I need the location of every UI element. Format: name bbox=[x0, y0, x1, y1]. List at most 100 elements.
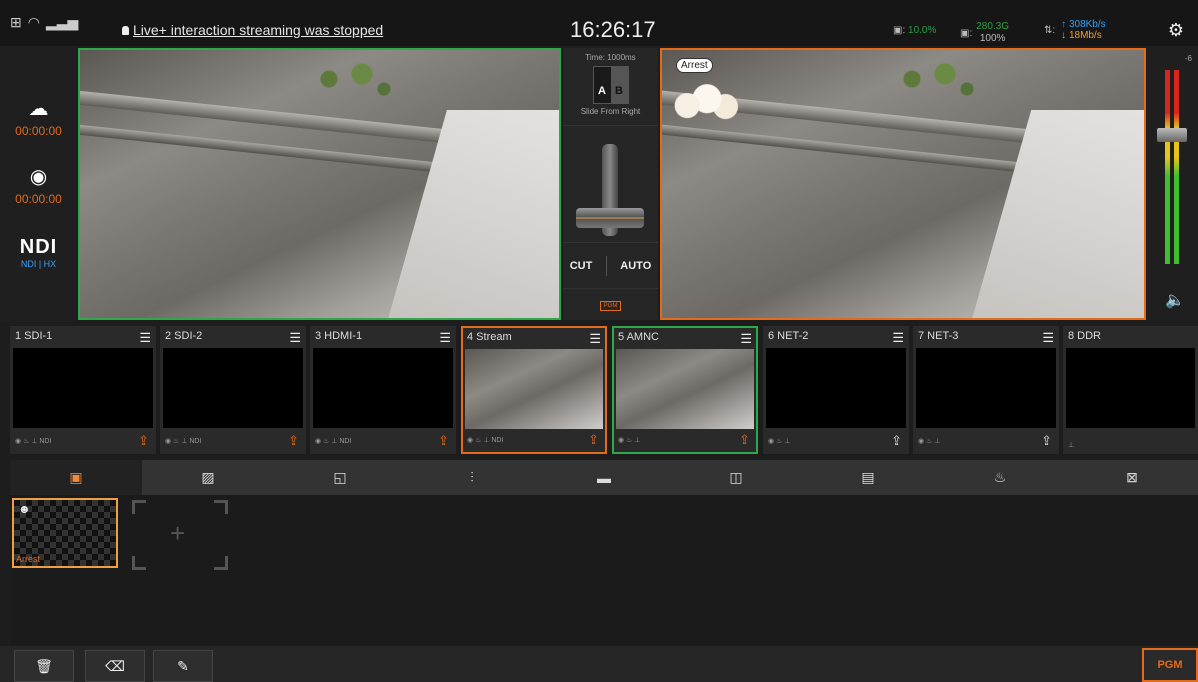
volume-slider[interactable] bbox=[1157, 128, 1187, 142]
tab-audio-mixer[interactable]: ⫶ bbox=[406, 460, 538, 495]
source-flags: ◉ ♨ ⊥ NDI bbox=[15, 438, 52, 445]
source-tile-7[interactable]: 7 NET-3 ☰ ◉ ♨ ⊥ ⇪ bbox=[913, 326, 1059, 454]
thumbnail-label: Arrest bbox=[16, 554, 41, 564]
upload-icon[interactable]: ⇪ bbox=[891, 433, 902, 449]
source-tile-2[interactable]: 2 SDI-2 ☰ ◉ ♨ ⊥ NDI ⇪ bbox=[160, 326, 306, 454]
cpu-usage: ▣: 10.0% bbox=[893, 25, 936, 36]
upload-icon[interactable]: ⇪ bbox=[438, 433, 449, 449]
arrest-sticker-overlay: Arrest bbox=[670, 56, 742, 126]
left-status-column: ☁ 00:00:00 ◉ 00:00:00 NDI NDI | HX bbox=[0, 46, 77, 322]
settings-gear-icon[interactable]: ⚙ bbox=[1168, 20, 1184, 41]
meter-bar-left bbox=[1165, 70, 1170, 264]
picture-in-picture-icon: ◱ bbox=[333, 469, 347, 485]
streaming-notice[interactable]: Live+ interaction streaming was stopped bbox=[122, 22, 383, 38]
cartoon-faces bbox=[674, 78, 740, 124]
transition-panel: Time: 1000ms A B Slide From Right CUT AU… bbox=[563, 48, 658, 320]
ndi-status[interactable]: NDI NDI | HX bbox=[0, 236, 77, 269]
list-menu-icon[interactable]: ☰ bbox=[139, 330, 151, 345]
sticker-icon: ☻ bbox=[18, 502, 31, 516]
upload-icon[interactable]: ⇪ bbox=[288, 433, 299, 449]
edit-button[interactable]: ✎ bbox=[153, 650, 213, 682]
fader-handle[interactable] bbox=[576, 208, 644, 228]
overlay-thumbnail[interactable]: ☻ Arrest bbox=[12, 498, 118, 568]
speaker-icon[interactable]: 🔈 bbox=[1165, 290, 1185, 310]
source-row: 1 SDI-1 ☰ ◉ ♨ ⊥ NDI ⇪ 2 SDI-2 ☰ ◉ ♨ ⊥ NDI ⇪ … bbox=[0, 324, 1198, 456]
pgm-button[interactable]: PGM bbox=[1142, 648, 1198, 682]
source-label: 5 AMNC bbox=[618, 331, 659, 343]
source-video bbox=[163, 348, 303, 428]
source-flags: ◉ ♨ ⊥ bbox=[618, 437, 641, 444]
source-tile-8[interactable]: 8 DDR ⊥ bbox=[1063, 326, 1198, 454]
tab-live-stream[interactable]: ♨ bbox=[934, 460, 1066, 495]
switcher-app: ⊞ ◠ ▂▃▅ Live+ interaction streaming was … bbox=[0, 0, 1198, 682]
tab-notes[interactable]: ▤ bbox=[802, 460, 934, 495]
add-overlay-button[interactable]: + bbox=[132, 500, 228, 570]
list-menu-icon[interactable]: ☰ bbox=[589, 331, 601, 346]
record-icon: ◉ bbox=[29, 166, 48, 188]
t-bar-fader[interactable] bbox=[563, 126, 658, 243]
preview-video bbox=[80, 50, 559, 318]
source-tile-5[interactable]: 5 AMNC ☰ ◉ ♨ ⊥ ⇪ bbox=[612, 326, 758, 454]
source-video bbox=[13, 348, 153, 428]
upload-rate: ↑ 308Kb/s bbox=[1061, 19, 1106, 30]
source-video bbox=[916, 348, 1056, 428]
program-monitor[interactable]: Arrest bbox=[660, 48, 1146, 320]
tab-replace[interactable]: ⊠ bbox=[1066, 460, 1198, 495]
source-tile-4[interactable]: 4 Stream ☰ ◉ ♨ ⊥ NDI ⇪ bbox=[461, 326, 607, 454]
replace-icon: ⊠ bbox=[1126, 469, 1138, 485]
sticker-bubble: Arrest bbox=[676, 58, 713, 73]
status-bar: ⊞ ◠ ▂▃▅ Live+ interaction streaming was … bbox=[0, 0, 1198, 46]
download-rate: ↓ 18Mb/s bbox=[1061, 30, 1102, 41]
tab-image-overlay[interactable]: ▣ bbox=[10, 460, 142, 495]
source-video bbox=[616, 349, 754, 429]
live-stream-icon: ♨ bbox=[993, 469, 1007, 485]
record-status[interactable]: ◉ 00:00:00 bbox=[0, 164, 77, 206]
source-flags: ◉ ♨ ⊥ NDI bbox=[165, 438, 202, 445]
source-flags: ⊥ bbox=[1068, 442, 1075, 449]
source-video bbox=[313, 348, 453, 428]
stream-status[interactable]: ☁ 00:00:00 bbox=[0, 96, 77, 138]
tab-image-text[interactable]: ▨ bbox=[142, 460, 274, 495]
list-menu-icon[interactable]: ☰ bbox=[289, 330, 301, 345]
preview-monitor[interactable] bbox=[78, 48, 561, 320]
notes-icon: ▤ bbox=[861, 469, 875, 485]
bell-icon bbox=[122, 26, 129, 35]
backspace-icon: ⌫ bbox=[105, 657, 125, 674]
tab-picture-in-picture[interactable]: ◱ bbox=[274, 460, 406, 495]
transition-effect[interactable]: Time: 1000ms A B Slide From Right bbox=[563, 48, 658, 126]
clear-button[interactable]: ⌫ bbox=[85, 650, 145, 682]
audio-mixer-icon: ⫶ bbox=[470, 469, 474, 485]
audio-meter: -6 🔈 bbox=[1147, 48, 1198, 320]
ndi-hx-label: NDI | HX bbox=[20, 259, 57, 269]
source-label: 7 NET-3 bbox=[918, 330, 959, 342]
cut-auto-controls: CUT AUTO bbox=[563, 243, 658, 289]
tab-timer[interactable]: ◫ bbox=[670, 460, 802, 495]
auto-button[interactable]: AUTO bbox=[620, 260, 651, 272]
source-tile-6[interactable]: 6 NET-2 ☰ ◉ ♨ ⊥ ⇪ bbox=[763, 326, 909, 454]
upload-icon[interactable]: ⇪ bbox=[138, 433, 149, 449]
cloud-upload-icon: ☁ bbox=[28, 98, 49, 120]
disk-icon: ▣: bbox=[960, 27, 973, 39]
source-flags: ◉ ♨ ⊥ NDI bbox=[315, 438, 352, 445]
upload-icon[interactable]: ⇪ bbox=[1041, 433, 1052, 449]
delete-all-button[interactable]: 🗑 bbox=[14, 650, 74, 682]
list-menu-icon[interactable]: ☰ bbox=[439, 330, 451, 345]
cut-button[interactable]: CUT bbox=[570, 260, 593, 272]
list-menu-icon[interactable]: ☰ bbox=[892, 330, 904, 345]
transfer-icon: ⇅: bbox=[1044, 24, 1056, 36]
list-menu-icon[interactable]: ☰ bbox=[740, 331, 752, 346]
record-time: 00:00:00 bbox=[15, 192, 62, 206]
source-tile-3[interactable]: 3 HDMI-1 ☰ ◉ ♨ ⊥ NDI ⇪ bbox=[310, 326, 456, 454]
source-tile-1[interactable]: 1 SDI-1 ☰ ◉ ♨ ⊥ NDI ⇪ bbox=[10, 326, 156, 454]
upload-icon[interactable]: ⇪ bbox=[588, 432, 599, 448]
pgm-tag[interactable]: PGM bbox=[563, 289, 658, 312]
source-video bbox=[766, 348, 906, 428]
tab-media-folder[interactable]: ▬ bbox=[538, 460, 670, 495]
network-port-icon: ⊞ bbox=[10, 14, 22, 30]
upload-icon[interactable]: ⇪ bbox=[739, 432, 750, 448]
list-menu-icon[interactable]: ☰ bbox=[1042, 330, 1054, 345]
bottom-toolbar: 🗑 ⌫ ✎ PGM bbox=[0, 646, 1198, 682]
disk-usage: ▣: 280.3G 100% bbox=[960, 21, 1009, 45]
disk-free: 280.3G bbox=[976, 21, 1010, 32]
source-label: 8 DDR bbox=[1068, 330, 1102, 342]
